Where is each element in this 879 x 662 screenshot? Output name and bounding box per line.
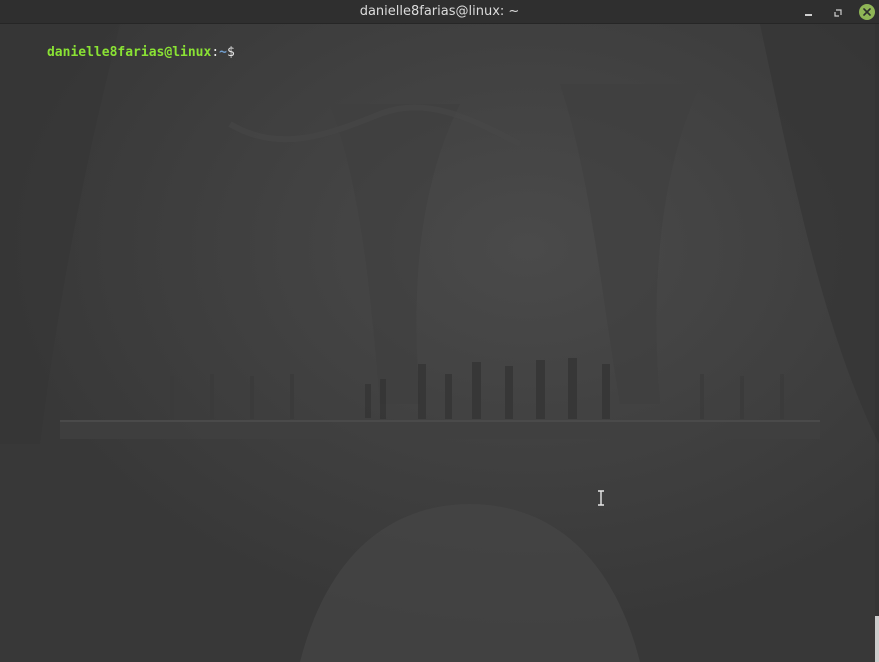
ibeam-cursor-icon	[598, 490, 604, 506]
prompt-line: danielle8farias@linux:~$	[0, 26, 235, 60]
terminal-area[interactable]: danielle8farias@linux:~$	[0, 24, 879, 662]
background-wallpaper	[0, 24, 879, 662]
maximize-icon	[833, 3, 843, 22]
minimize-icon	[804, 8, 812, 16]
maximize-button[interactable]	[829, 3, 847, 21]
title-bar[interactable]: danielle8farias@linux: ~	[0, 0, 879, 24]
prompt-cwd: ~	[219, 45, 227, 60]
prompt-separator: :	[211, 45, 220, 60]
close-button[interactable]	[858, 3, 876, 21]
scrollbar-thumb[interactable]	[875, 616, 879, 662]
prompt-symbol: $	[227, 45, 235, 60]
close-icon	[859, 4, 875, 20]
window-title: danielle8farias@linux: ~	[359, 4, 520, 19]
prompt-user-host: danielle8farias@linux	[46, 45, 212, 60]
scrollbar[interactable]	[875, 24, 879, 662]
terminal-window: danielle8farias@linux: ~ danielle8farias…	[0, 0, 879, 662]
minimize-button[interactable]	[799, 3, 817, 21]
